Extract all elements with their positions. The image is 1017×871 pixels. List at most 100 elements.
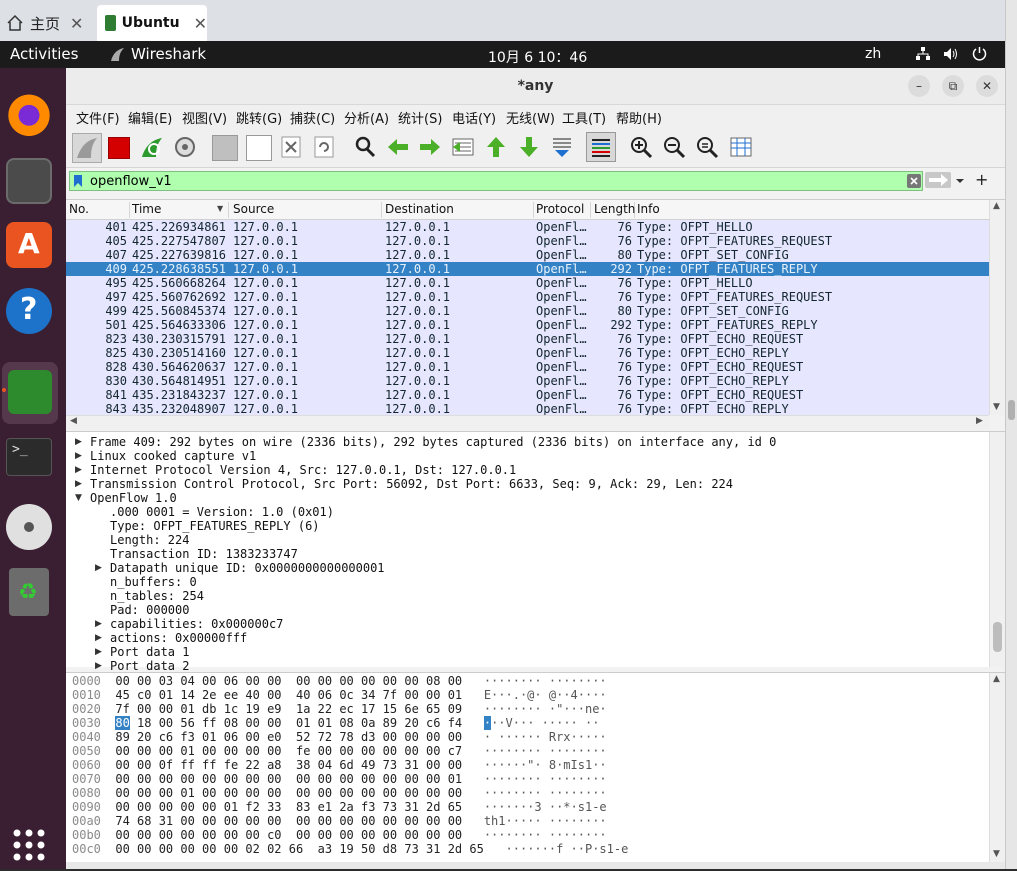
filter-dropdown-icon[interactable]	[953, 172, 967, 190]
packet-row[interactable]: 407 425.227639816 127.0.0.1 127.0.0.1 OpenFl…	[66, 248, 989, 262]
packet-row[interactable]: 405 425.227547807 127.0.0.1 127.0.0.1 OpenFl…	[66, 234, 989, 248]
detail-row[interactable]: Type: OFPT_FEATURES_REPLY (6)	[110, 519, 320, 533]
byte-row[interactable]: 00c0 00 00 00 00 00 00 02 02 66 a3 19 50…	[72, 842, 628, 856]
files-icon[interactable]	[6, 158, 52, 204]
packet-row[interactable]: 409 425.228638551 127.0.0.1 127.0.0.1 OpenFl…	[66, 262, 989, 276]
colorize-button[interactable]	[586, 132, 616, 162]
byte-row[interactable]: 00a0 74 68 31 00 00 00 00 00 00 00 00 00…	[72, 814, 607, 828]
details-scrollbar[interactable]	[989, 432, 1005, 667]
bytes-scrollbar[interactable]: ▲ ▼	[989, 673, 1005, 863]
capture-options-button[interactable]	[173, 135, 197, 159]
expand-right-icon[interactable]: ▶	[75, 465, 82, 475]
terminal-icon[interactable]: >_	[6, 438, 52, 476]
packet-row[interactable]: 825 430.230514160 127.0.0.1 127.0.0.1 OpenFl…	[66, 346, 989, 360]
reload-file-button[interactable]	[312, 135, 336, 159]
autoscroll-button[interactable]	[550, 135, 574, 159]
app-grid-icon[interactable]	[6, 822, 52, 868]
go-last-packet-button[interactable]	[517, 135, 541, 159]
column-no[interactable]: No.	[69, 202, 130, 218]
normal-size-button[interactable]	[695, 135, 719, 159]
column-source[interactable]: Source	[233, 202, 382, 218]
packet-row[interactable]: 830 430.564814951 127.0.0.1 127.0.0.1 OpenFl…	[66, 374, 989, 388]
detail-row[interactable]: OpenFlow 1.0	[90, 491, 177, 505]
menu-item[interactable]: 编辑(E)	[128, 108, 172, 127]
apply-filter-button[interactable]	[925, 172, 951, 188]
column-time[interactable]: Time	[132, 202, 229, 218]
find-packet-button[interactable]	[353, 135, 377, 159]
help-icon[interactable]: ?	[6, 288, 52, 334]
column-info[interactable]: Info	[637, 202, 937, 218]
byte-row[interactable]: 0040 89 20 c6 f3 01 06 00 e0 52 72 78 d3…	[72, 730, 607, 744]
display-filter-input[interactable]	[69, 171, 923, 191]
detail-row[interactable]: actions: 0x00000fff	[110, 631, 247, 645]
clock[interactable]: 10月 6 10：46	[488, 47, 587, 67]
menu-item[interactable]: 帮助(H)	[616, 108, 662, 127]
detail-row[interactable]: n_tables: 254	[110, 589, 204, 603]
expand-right-icon[interactable]: ▶	[95, 661, 102, 671]
menu-item[interactable]: 跳转(G)	[236, 108, 282, 127]
byte-row[interactable]: 0050 00 00 00 01 00 00 00 00 fe 00 00 00…	[72, 744, 607, 758]
packet-list-scrollbar[interactable]: ▲ ▼	[989, 200, 1005, 415]
menu-item[interactable]: 电话(Y)	[452, 108, 496, 127]
detail-row[interactable]: Frame 409: 292 bytes on wire (2336 bits)…	[90, 435, 776, 449]
tab-home[interactable]: 主页 ✕	[0, 6, 90, 40]
packet-row[interactable]: 843 435.232048907 127.0.0.1 127.0.0.1 OpenFl…	[66, 402, 989, 416]
detail-row[interactable]: Pad: 000000	[110, 603, 189, 617]
expand-right-icon[interactable]: ▶	[95, 563, 102, 573]
column-length[interactable]: Length	[594, 202, 635, 218]
close-button[interactable]: ✕	[976, 75, 998, 97]
volume-icon[interactable]	[943, 47, 959, 61]
packet-row[interactable]: 499 425.560845374 127.0.0.1 127.0.0.1 OpenFl…	[66, 304, 989, 318]
menu-item[interactable]: 文件(F)	[76, 108, 120, 127]
byte-row[interactable]: 0060 00 00 0f ff ff fe 22 a8 38 04 6d 49…	[72, 758, 607, 772]
expand-right-icon[interactable]: ▶	[75, 479, 82, 489]
menu-item[interactable]: 无线(W)	[506, 108, 555, 127]
byte-row[interactable]: 0080 00 00 00 01 00 00 00 00 00 00 00 00…	[72, 786, 607, 800]
detail-row[interactable]: Internet Protocol Version 4, Src: 127.0.…	[90, 463, 516, 477]
packet-row[interactable]: 495 425.560668264 127.0.0.1 127.0.0.1 OpenFl…	[66, 276, 989, 290]
expand-right-icon[interactable]: ▶	[95, 633, 102, 643]
detail-row[interactable]: capabilities: 0x000000c7	[110, 617, 283, 631]
menu-item[interactable]: 工具(T)	[562, 108, 606, 127]
detail-row[interactable]: Linux cooked capture v1	[90, 449, 256, 463]
zoom-in-button[interactable]	[629, 135, 653, 159]
page-scrollbar[interactable]	[1005, 0, 1017, 869]
expand-right-icon[interactable]: ▶	[75, 437, 82, 447]
software-icon[interactable]: A	[6, 222, 52, 268]
close-icon[interactable]: ✕	[70, 14, 83, 33]
stop-capture-button[interactable]	[108, 137, 130, 159]
byte-row[interactable]: 0030 80 18 00 56 ff 08 00 00 01 01 08 0a…	[72, 716, 599, 730]
power-icon[interactable]	[972, 46, 987, 61]
packet-list-hscrollbar[interactable]: ◀ ▶	[66, 415, 989, 430]
restore-button[interactable]: ⧉	[942, 75, 964, 97]
detail-row[interactable]: n_buffers: 0	[110, 575, 197, 589]
go-forward-button[interactable]	[418, 135, 442, 159]
close-icon[interactable]: ✕	[194, 14, 207, 33]
expand-right-icon[interactable]: ▶	[75, 451, 82, 461]
title-bar[interactable]: *any – ⧉ ✕	[66, 68, 1005, 105]
start-capture-button[interactable]	[72, 133, 102, 163]
activities-button[interactable]: Activities	[10, 45, 78, 63]
clear-filter-icon[interactable]	[907, 174, 921, 188]
expand-right-icon[interactable]: ▶	[95, 647, 102, 657]
column-destination[interactable]: Destination	[385, 202, 534, 218]
packet-row[interactable]: 828 430.564620637 127.0.0.1 127.0.0.1 OpenFl…	[66, 360, 989, 374]
menu-item[interactable]: 视图(V)	[182, 108, 227, 127]
go-to-packet-button[interactable]	[451, 135, 475, 159]
trash-icon[interactable]: ♻	[9, 568, 49, 616]
menu-item[interactable]: 统计(S)	[398, 108, 442, 127]
selected-byte-ascii[interactable]: ·	[483, 716, 492, 730]
close-file-button[interactable]	[279, 135, 303, 159]
menu-item[interactable]: 捕获(C)	[290, 108, 335, 127]
byte-row[interactable]: 0070 00 00 00 00 00 00 00 00 00 00 00 00…	[72, 772, 607, 786]
resize-columns-button[interactable]	[729, 135, 753, 159]
bookmark-icon[interactable]	[73, 174, 83, 188]
packet-row[interactable]: 501 425.564633306 127.0.0.1 127.0.0.1 OpenFl…	[66, 318, 989, 332]
packet-row[interactable]: 401 425.226934861 127.0.0.1 127.0.0.1 OpenFl…	[66, 220, 989, 234]
detail-row[interactable]: Port data 1	[110, 645, 189, 659]
restart-capture-button[interactable]	[140, 135, 164, 159]
detail-row[interactable]: Transmission Control Protocol, Src Port:…	[90, 477, 733, 491]
input-language[interactable]: zh	[865, 46, 881, 62]
detail-row[interactable]: .000 0001 = Version: 1.0 (0x01)	[110, 505, 334, 519]
detail-row[interactable]: Port data 2	[110, 659, 189, 673]
